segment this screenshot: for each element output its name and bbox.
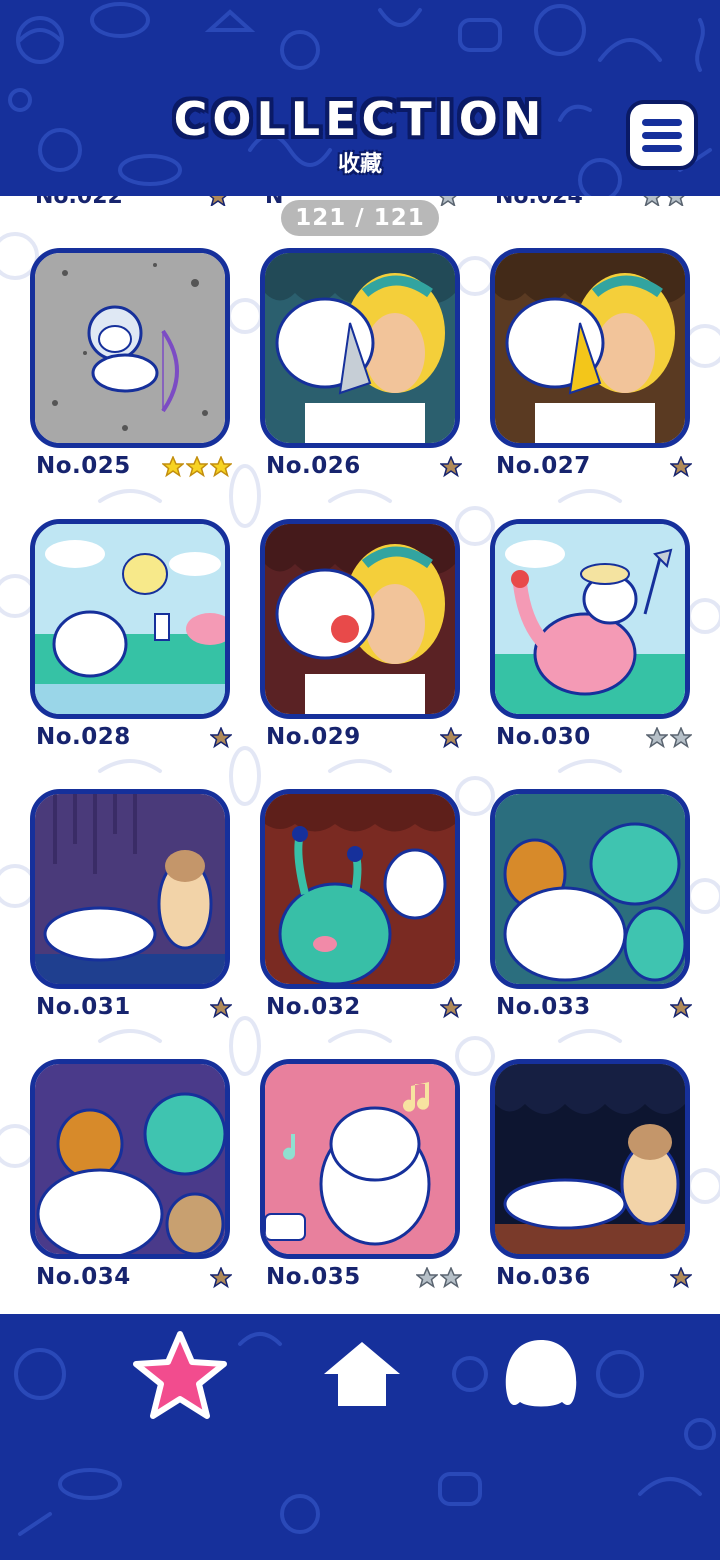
card-image [30, 1059, 230, 1259]
item-label: No.022 [35, 196, 123, 209]
silver-star-icon [416, 1267, 438, 1289]
card-image [260, 789, 460, 989]
nav-collection-star-icon[interactable] [130, 1330, 230, 1422]
star-rating [646, 727, 692, 749]
card-image [490, 248, 690, 448]
item-label: No.030 [496, 724, 591, 750]
hamburger-menu-icon [642, 118, 682, 126]
card-image [260, 519, 460, 719]
item-label: No.026 [266, 453, 361, 479]
card-image [490, 1059, 690, 1259]
item-label: No.033 [496, 994, 591, 1020]
collection-card[interactable]: No.036 [490, 1059, 692, 1290]
bronze-star-icon [670, 997, 692, 1019]
card-image [30, 789, 230, 989]
star-rating [440, 727, 462, 749]
collection-card[interactable]: No.035 [260, 1059, 462, 1290]
bronze-star-icon [210, 1267, 232, 1289]
scene-purple-cave [35, 794, 225, 984]
page-title: COLLECTION [173, 92, 547, 146]
card-image [30, 519, 230, 719]
bronze-star-icon [210, 727, 232, 749]
star-rating [210, 997, 232, 1019]
star-rating [162, 456, 232, 478]
card-image [490, 789, 690, 989]
scene-dog-singing [265, 1064, 455, 1254]
item-label: N [265, 196, 284, 209]
star-rating [416, 1267, 462, 1289]
star-rating [670, 456, 692, 478]
scene-goddess-golden-axe [495, 253, 685, 443]
star-rating [670, 1267, 692, 1289]
nav-dog-head-icon[interactable] [500, 1336, 582, 1416]
item-label: No.025 [36, 453, 131, 479]
item-label: No.024 [495, 196, 583, 209]
card-image [30, 248, 230, 448]
bronze-star-icon [440, 997, 462, 1019]
collection-card[interactable]: No.029 [260, 519, 462, 750]
scene-goddess-apple [265, 524, 455, 714]
collection-card[interactable]: No.031 [30, 789, 232, 1020]
page-subtitle: 收藏 [337, 152, 382, 177]
collection-card[interactable]: No.027 [490, 248, 692, 479]
star-rating [670, 997, 692, 1019]
bottom-nav [0, 1314, 720, 1560]
item-label: No.036 [496, 1264, 591, 1290]
collection-card[interactable]: No.026 [260, 248, 462, 479]
star-rating [440, 997, 462, 1019]
collection-card[interactable]: No.032 [260, 789, 462, 1020]
silver-star-icon [440, 1267, 462, 1289]
scene-elephant-ride [495, 524, 685, 714]
bronze-star-icon [209, 196, 227, 206]
star-rating [440, 456, 462, 478]
item-label: No.031 [36, 994, 131, 1020]
bronze-star-icon [440, 727, 462, 749]
item-label: No.029 [266, 724, 361, 750]
silver-star-icon [643, 196, 685, 206]
item-label: No.034 [36, 1264, 131, 1290]
bronze-star-icon [670, 456, 692, 478]
silver-star-icon [646, 727, 668, 749]
bronze-star-icon [670, 1267, 692, 1289]
collection-card[interactable]: No.033 [490, 789, 692, 1020]
gold-star-icon [162, 456, 184, 478]
collection-card[interactable]: No.025 [30, 248, 232, 479]
collection-card[interactable]: No.028 [30, 519, 232, 750]
gold-star-icon [186, 456, 208, 478]
card-image [260, 248, 460, 448]
card-image [260, 1059, 460, 1259]
nav-home-icon[interactable] [320, 1338, 404, 1410]
star-rating [210, 1267, 232, 1289]
scene-astronaut-dog [35, 253, 225, 443]
scene-dog-dreaming-axe [35, 524, 225, 714]
item-label: No.028 [36, 724, 131, 750]
item-label: No.032 [266, 994, 361, 1020]
silver-star-icon [439, 196, 457, 206]
collection-counter: 121 / 121 [281, 200, 439, 236]
item-label: No.027 [496, 453, 591, 479]
item-label: No.035 [266, 1264, 361, 1290]
scene-goddess-silver-axe [265, 253, 455, 443]
scene-green-alien [265, 794, 455, 984]
collection-card[interactable]: No.034 [30, 1059, 232, 1290]
collection-grid[interactable]: No.022 N No.024 121 / 121 No.025 No.026 … [0, 196, 720, 1314]
scene-monsters-surround [495, 794, 685, 984]
menu-button[interactable] [626, 100, 698, 170]
header: COLLECTION 收藏 [0, 0, 720, 196]
star-rating [210, 727, 232, 749]
bronze-star-icon [210, 997, 232, 1019]
card-image [490, 519, 690, 719]
gold-star-icon [210, 456, 232, 478]
scene-monsters-surround-2 [35, 1064, 225, 1254]
scene-dogs-night [495, 1064, 685, 1254]
collection-card[interactable]: No.030 [490, 519, 692, 750]
bronze-star-icon [440, 456, 462, 478]
silver-star-icon [670, 727, 692, 749]
